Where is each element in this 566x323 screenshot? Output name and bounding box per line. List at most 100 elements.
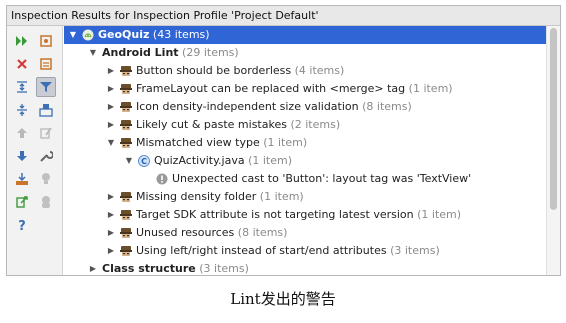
inspection-toolbar: ? bbox=[7, 26, 63, 275]
collapsed-arrow-icon[interactable]: ▶ bbox=[106, 206, 116, 224]
collapsed-arrow-icon[interactable]: ▶ bbox=[106, 188, 116, 206]
scrollbar-thumb[interactable] bbox=[550, 28, 557, 210]
tree-row-label: Likely cut & paste mistakes bbox=[136, 118, 287, 131]
tree-row[interactable]: ▼ Mismatched view type (1 item) bbox=[64, 134, 546, 152]
group-by-icon bbox=[39, 103, 53, 117]
file-button[interactable] bbox=[36, 54, 56, 74]
tree-row[interactable]: ▶ Using left/right instead of start/end a… bbox=[64, 242, 546, 260]
inspection-results-panel: Inspection Results for Inspection Profil… bbox=[6, 5, 561, 276]
collapsed-arrow-icon[interactable]: ▶ bbox=[106, 98, 116, 116]
figure-caption: Lint发出的警告 bbox=[230, 290, 336, 308]
tree-row-label: Android Lint bbox=[102, 46, 179, 59]
edit-button[interactable] bbox=[36, 123, 56, 143]
tree-row[interactable]: ▶ Icon density-independent size validatio… bbox=[64, 98, 546, 116]
expand-all-button[interactable] bbox=[12, 77, 32, 97]
collapsed-arrow-icon[interactable]: ▶ bbox=[106, 116, 116, 134]
tree-row-count: (1 item) bbox=[244, 154, 293, 167]
tree-row-label: Target SDK attribute is not targeting la… bbox=[136, 208, 414, 221]
tree-row-label: FrameLayout can be replaced with <merge>… bbox=[136, 82, 406, 95]
disabled-button[interactable] bbox=[36, 192, 56, 212]
tree-row-label: Missing density folder bbox=[136, 190, 257, 203]
panel-title: Inspection Results for Inspection Profil… bbox=[7, 6, 560, 26]
filter-button[interactable] bbox=[36, 77, 56, 97]
collapsed-arrow-icon[interactable]: ▶ bbox=[106, 80, 116, 98]
settings-file-icon bbox=[39, 34, 53, 48]
close-icon bbox=[15, 57, 29, 71]
tree-row-count: (2 items) bbox=[286, 118, 341, 131]
tree-row[interactable]: ▶ Missing density folder (1 item) bbox=[64, 188, 546, 206]
tree-row[interactable]: ▶ FrameLayout can be replaced with <merge… bbox=[64, 80, 546, 98]
inspection-icon bbox=[120, 101, 132, 113]
tree-row[interactable]: ▶ Target SDK attribute is not targeting l… bbox=[64, 206, 546, 224]
tree-row[interactable]: ▼ Android Lint (29 items) bbox=[64, 44, 546, 62]
tree-row[interactable]: ▼ GeoQuiz (43 items) bbox=[64, 26, 546, 44]
inspection-icon bbox=[120, 209, 132, 221]
filter-icon bbox=[39, 80, 53, 94]
tree-row[interactable]: ▶ Button should be borderless (4 items) bbox=[64, 62, 546, 80]
tree-row-label: Mismatched view type bbox=[136, 136, 260, 149]
export-button[interactable] bbox=[12, 169, 32, 189]
collapsed-arrow-icon[interactable]: ▶ bbox=[106, 62, 116, 80]
down-arrow-icon bbox=[15, 149, 29, 163]
inspection-icon bbox=[120, 83, 132, 95]
tree-row-label: GeoQuiz bbox=[98, 28, 150, 41]
tree-row-count: (1 item) bbox=[413, 208, 462, 221]
tree-row[interactable]: ▶ Likely cut & paste mistakes (2 items) bbox=[64, 116, 546, 134]
collapse-all-button[interactable] bbox=[12, 100, 32, 120]
tree-row[interactable]: Unexpected cast to 'Button': layout tag … bbox=[64, 170, 546, 188]
tree-row-count: (3 items) bbox=[386, 244, 440, 257]
tree-row-label: Button should be borderless bbox=[136, 64, 292, 77]
run-button[interactable] bbox=[12, 31, 32, 51]
down-arrow-button[interactable] bbox=[12, 146, 32, 166]
share-icon bbox=[15, 195, 29, 209]
collapsed-arrow-icon[interactable]: ▶ bbox=[106, 242, 116, 260]
share-button[interactable] bbox=[12, 192, 32, 212]
lightbulb-icon bbox=[39, 172, 53, 186]
edit-icon bbox=[39, 126, 53, 140]
help-button[interactable]: ? bbox=[12, 215, 32, 235]
wrench-icon bbox=[39, 149, 53, 163]
vertical-scrollbar[interactable] bbox=[546, 26, 560, 275]
up-arrow-icon bbox=[15, 126, 29, 140]
inspection-icon bbox=[120, 119, 132, 131]
tree-row-count: (8 items) bbox=[234, 226, 288, 239]
tree-row[interactable]: ▼ C QuizActivity.java (1 item) bbox=[64, 152, 546, 170]
tree-row-count: (29 items) bbox=[178, 46, 239, 59]
help-icon: ? bbox=[15, 218, 29, 232]
collapse-all-icon bbox=[15, 103, 29, 117]
tree-row[interactable]: ▶ Unused resources (8 items) bbox=[64, 224, 546, 242]
collapsed-arrow-icon[interactable]: ▶ bbox=[88, 260, 98, 275]
tree-row-count: (43 items) bbox=[149, 28, 210, 41]
collapsed-arrow-icon[interactable]: ▶ bbox=[106, 224, 116, 242]
warning-icon bbox=[156, 173, 168, 185]
tree-row-label: Class structure bbox=[102, 262, 196, 275]
up-arrow-button[interactable] bbox=[12, 123, 32, 143]
settings-file-button[interactable] bbox=[36, 31, 56, 51]
expanded-arrow-icon[interactable]: ▼ bbox=[68, 26, 78, 44]
tree-row-label: Unexpected cast to 'Button': layout tag … bbox=[172, 172, 472, 185]
expanded-arrow-icon[interactable]: ▼ bbox=[106, 134, 116, 152]
file-icon bbox=[39, 57, 53, 71]
inspection-icon bbox=[120, 227, 132, 239]
expanded-arrow-icon[interactable]: ▼ bbox=[88, 44, 98, 62]
tree-row-count: (1 item) bbox=[405, 82, 453, 95]
wrench-button[interactable] bbox=[36, 146, 56, 166]
lightbulb-button[interactable] bbox=[36, 169, 56, 189]
tree-row[interactable]: ▶ Class structure (3 items) bbox=[64, 260, 546, 275]
close-button[interactable] bbox=[12, 54, 32, 74]
svg-text:C: C bbox=[141, 157, 147, 166]
tree-row-count: (3 items) bbox=[195, 262, 249, 275]
tree-row-count: (8 items) bbox=[358, 100, 412, 113]
group-by-button[interactable] bbox=[36, 100, 56, 120]
expanded-arrow-icon[interactable]: ▼ bbox=[124, 152, 134, 170]
tree-row-count: (4 items) bbox=[291, 64, 345, 77]
disabled-icon bbox=[39, 195, 53, 209]
android-module-icon bbox=[82, 29, 94, 41]
tree-row-label: QuizActivity.java bbox=[154, 154, 245, 167]
inspection-tree[interactable]: ▼ GeoQuiz (43 items) ▼ Android Lint (29 ite… bbox=[64, 26, 546, 275]
run-icon bbox=[15, 34, 29, 48]
svg-text:?: ? bbox=[18, 219, 26, 232]
inspection-icon bbox=[120, 65, 132, 77]
tree-row-count: (1 item) bbox=[256, 190, 304, 203]
inspection-icon bbox=[120, 245, 132, 257]
